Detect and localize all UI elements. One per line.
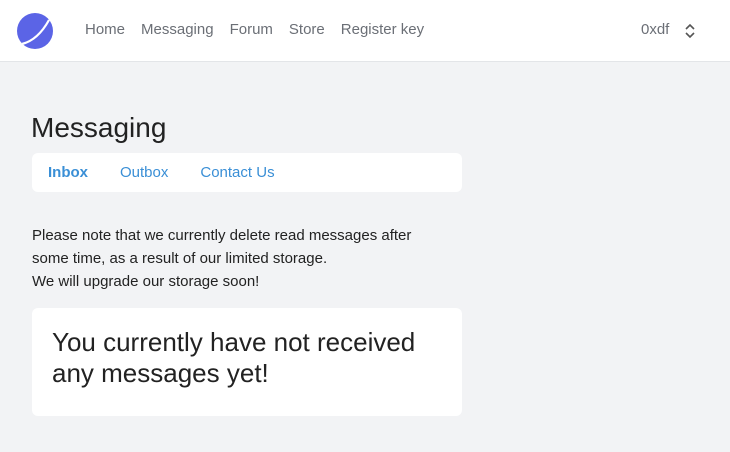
page-title: Messaging <box>31 112 167 143</box>
main-nav: Home Messaging Forum Store Register key <box>85 21 440 39</box>
username-label[interactable]: 0xdf <box>641 21 669 39</box>
nav-store[interactable]: Store <box>289 21 325 39</box>
tab-inbox[interactable]: Inbox <box>48 164 88 182</box>
message-tabs: Inbox Outbox Contact Us <box>32 153 462 192</box>
storage-notice: Please note that we currently delete rea… <box>32 224 452 293</box>
nav-messaging[interactable]: Messaging <box>141 21 214 39</box>
notice-line-1: Please note that we currently delete rea… <box>32 227 412 267</box>
notice-line-2: We will upgrade our storage soon! <box>32 273 260 290</box>
top-navbar: Home Messaging Forum Store Register key … <box>0 0 730 62</box>
nav-register-key[interactable]: Register key <box>341 21 424 39</box>
chevron-up-down-icon[interactable] <box>683 22 697 40</box>
nav-home[interactable]: Home <box>85 21 125 39</box>
nav-forum[interactable]: Forum <box>230 21 273 39</box>
tab-outbox[interactable]: Outbox <box>120 164 168 182</box>
empty-inbox-card: You currently have not received any mess… <box>32 308 462 416</box>
tab-contact-us[interactable]: Contact Us <box>200 164 274 182</box>
logo-icon[interactable] <box>16 12 54 50</box>
empty-inbox-message: You currently have not received any mess… <box>52 327 416 388</box>
